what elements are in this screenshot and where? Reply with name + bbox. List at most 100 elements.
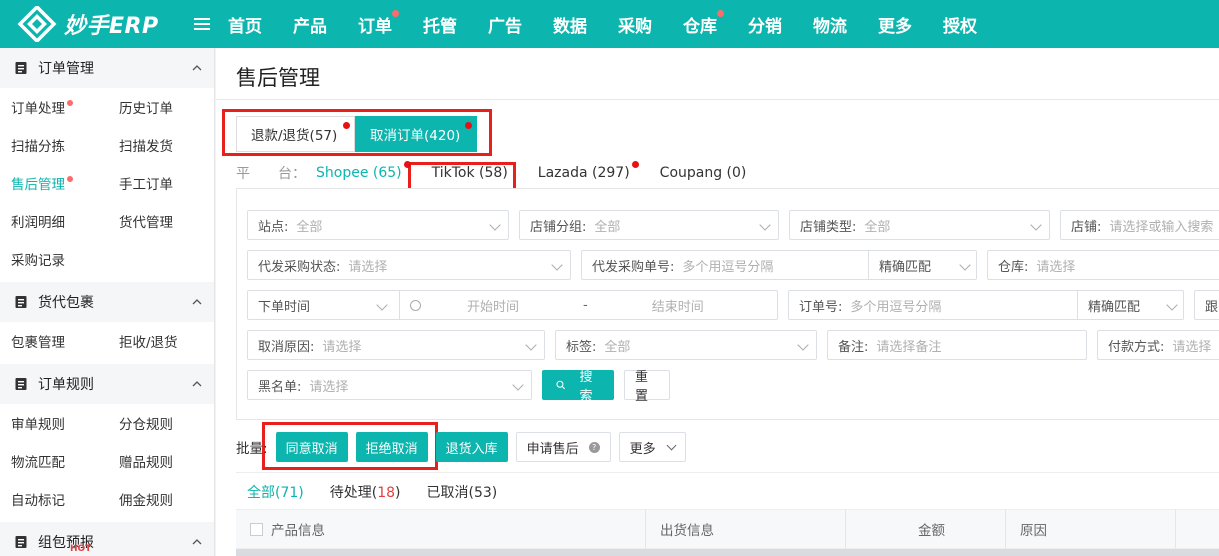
table-header: 产品信息 出货信息 金额 原因 <box>236 509 1219 549</box>
end-time-input[interactable]: 结束时间 <box>652 296 704 315</box>
return-to-stock-button[interactable]: 退货入库 <box>435 432 508 462</box>
nav-item-10[interactable]: 更多 <box>878 12 912 37</box>
tracking-input[interactable]: 跟 <box>1194 290 1219 320</box>
sidebar-item-2-0[interactable]: 审单规则 <box>0 406 107 444</box>
divider <box>216 99 1219 100</box>
nav-item-7[interactable]: 仓库 <box>683 9 724 37</box>
sidebar-item-2-2[interactable]: 物流匹配 <box>0 444 107 482</box>
chevron-down-icon <box>489 219 501 231</box>
platform-coupang[interactable]: Coupang (0) <box>660 165 747 181</box>
nav-item-9[interactable]: 物流 <box>813 12 847 37</box>
sidebar-group-0[interactable]: 订单管理 <box>0 48 214 88</box>
chevron-down-icon <box>797 339 809 351</box>
sidebar-item-0-5[interactable]: 手工订单 <box>107 166 214 204</box>
chevron-down-icon <box>759 219 771 231</box>
package-icon <box>15 296 27 308</box>
sidebar-item-0-3[interactable]: 扫描发货 <box>107 128 214 166</box>
apply-after-sale-button[interactable]: 申请售后 ? <box>515 432 611 462</box>
sidebar-item-0-7[interactable]: 货代管理 <box>107 204 214 242</box>
sidebar-item-1-0[interactable]: 包裹管理 <box>0 324 107 362</box>
sidebar-item-0-2[interactable]: 扫描分拣 <box>0 128 107 166</box>
nav-item-4[interactable]: 广告 <box>488 12 522 37</box>
sidebar-group-3[interactable]: 组包预报 <box>0 522 214 556</box>
chevron-down-icon <box>959 259 971 271</box>
brand-logo[interactable]: 妙手ERP <box>0 6 190 42</box>
bundle-icon <box>15 536 27 548</box>
sidebar-item-2-3[interactable]: 赠品规则 <box>107 444 214 482</box>
tag-select[interactable]: 标签: 全部 <box>555 330 817 360</box>
sidebar-item-0-8[interactable]: 采购记录 <box>0 242 107 280</box>
purchase-status-select[interactable]: 代发采购状态: 请选择 <box>247 250 571 280</box>
sidebar-item-2-5[interactable]: 佣金规则 <box>107 482 214 520</box>
time-type-select[interactable]: 下单时间 <box>258 296 310 315</box>
agree-cancel-button[interactable]: 同意取消 <box>275 432 348 462</box>
batch-label: 批量: <box>236 441 268 457</box>
cancel-reason-select[interactable]: 取消原因: 请选择 <box>247 330 545 360</box>
nav-item-6[interactable]: 采购 <box>618 12 652 37</box>
warehouse-select[interactable]: 仓库: 请选择 <box>987 250 1219 280</box>
reject-cancel-button[interactable]: 拒绝取消 <box>355 432 428 462</box>
column-amount: 金额 <box>846 509 1006 549</box>
site-select[interactable]: 站点: 全部 <box>247 210 509 240</box>
notification-dot <box>392 9 399 17</box>
payment-method-select[interactable]: 付款方式: 请选择 <box>1097 330 1219 360</box>
nav-item-8[interactable]: 分销 <box>748 12 782 37</box>
shop-group-select[interactable]: 店铺分组: 全部 <box>519 210 779 240</box>
main-content: 售后管理 退款/退货(57) 取消订单(420) 平 台： Shopee (65… <box>216 48 1219 556</box>
sidebar-item-0-1[interactable]: 历史订单 <box>107 90 214 128</box>
nav-item-0[interactable]: 首页 <box>228 12 262 37</box>
type-tabs: 退款/退货(57) 取消订单(420) <box>236 116 477 152</box>
reset-button[interactable]: 重置 <box>624 370 670 404</box>
sidebar-item-0-4[interactable]: 售后管理 <box>0 166 107 204</box>
nav-item-2[interactable]: 订单 <box>358 9 399 37</box>
logo-icon <box>17 6 57 42</box>
platform-lazada[interactable]: Lazada (297) <box>538 161 639 181</box>
chevron-up-icon <box>192 299 202 305</box>
purchase-no-input[interactable]: 代发采购单号: 多个用逗号分隔 精确匹配 <box>581 250 977 280</box>
platform-filter: 平 台： Shopee (65) TikTok (58) Lazada (297… <box>236 160 776 186</box>
chevron-down-icon <box>512 379 524 391</box>
sidebar-item-0-6[interactable]: 利润明细 <box>0 204 107 242</box>
chevron-up-icon <box>192 65 202 71</box>
chevron-up-icon <box>192 381 202 387</box>
hot-badge: HOT <box>70 544 92 554</box>
sidebar-group-1[interactable]: 货代包裹 <box>0 282 214 322</box>
nav-item-3[interactable]: 托管 <box>423 12 457 37</box>
start-time-input[interactable]: 开始时间 <box>467 296 519 315</box>
time-range-picker[interactable]: 下单时间 开始时间 - 结束时间 <box>247 290 778 320</box>
search-button[interactable]: 搜索 <box>542 370 614 404</box>
chevron-down-icon <box>666 440 677 450</box>
blacklist-select[interactable]: 黑名单: 请选择 <box>247 370 532 400</box>
chevron-down-icon <box>525 339 537 351</box>
nav-item-11[interactable]: 授权 <box>943 12 977 37</box>
match-mode-select[interactable]: 精确匹配 <box>868 251 978 279</box>
remark-select[interactable]: 备注: 请选择备注 <box>827 330 1087 360</box>
match-mode-select[interactable]: 精确匹配 <box>1077 291 1185 319</box>
sidebar-item-1-1[interactable]: 拒收/退货 <box>107 324 214 362</box>
shop-select[interactable]: 店铺: 请选择或输入搜索 <box>1060 210 1219 240</box>
order-doc-icon <box>15 62 27 74</box>
nav-item-1[interactable]: 产品 <box>293 12 327 37</box>
more-dropdown[interactable]: 更多 <box>618 432 686 462</box>
sidebar-item-2-1[interactable]: 分仓规则 <box>107 406 214 444</box>
chevron-down-icon <box>551 259 563 271</box>
sidebar-item-2-4[interactable]: 自动标记 <box>0 482 107 520</box>
menu-toggle-icon[interactable] <box>194 15 210 33</box>
search-icon <box>556 380 566 390</box>
tab-refund-return[interactable]: 退款/退货(57) <box>236 116 355 152</box>
tab-cancel-order[interactable]: 取消订单(420) <box>355 116 477 152</box>
nav-item-5[interactable]: 数据 <box>553 12 587 37</box>
column-shipment-info: 出货信息 <box>646 509 846 549</box>
sidebar-item-0-0[interactable]: 订单处理 <box>0 90 107 128</box>
notification-dot <box>717 9 724 17</box>
select-all-checkbox[interactable] <box>250 522 263 536</box>
order-no-input[interactable]: 订单号: 多个用逗号分隔 精确匹配 <box>788 290 1184 320</box>
chevron-up-icon <box>192 539 202 545</box>
notification-dot <box>67 100 73 106</box>
platform-shopee[interactable]: Shopee (65) <box>316 161 411 181</box>
platform-tiktok[interactable]: TikTok (58) <box>432 165 508 181</box>
sidebar-group-2[interactable]: 订单规则 <box>0 364 214 404</box>
shop-type-select[interactable]: 店铺类型: 全部 <box>789 210 1050 240</box>
main-nav: 首页 产品 订单 托管 广告 数据 采购 仓库 分销 物流 更多 授权 <box>228 0 1008 48</box>
platform-label: 平 台： <box>236 166 306 182</box>
